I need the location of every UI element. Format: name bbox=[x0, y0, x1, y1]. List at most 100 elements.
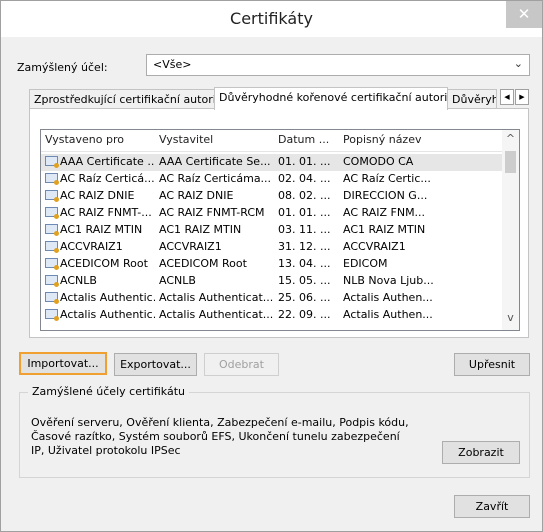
table-row[interactable]: Actalis Authentic... Actalis Authenticat… bbox=[41, 290, 504, 307]
cell-friendly-name: EDICOM bbox=[343, 257, 388, 270]
cell-issuer: Actalis Authenticat... bbox=[159, 291, 273, 304]
cell-issued-to: AC1 RAIZ MTIN bbox=[45, 223, 155, 236]
tab-scroll-right-icon[interactable]: ▶ bbox=[515, 89, 529, 105]
certificate-icon bbox=[45, 207, 59, 219]
cell-friendly-name: ACCVRAIZ1 bbox=[343, 240, 406, 253]
cell-friendly-name: Actalis Authen... bbox=[343, 291, 433, 304]
cell-date: 25. 06. ... bbox=[278, 291, 331, 304]
close-window-button[interactable]: ✕ bbox=[506, 1, 542, 28]
dialog-title: Certifikáty bbox=[230, 9, 313, 28]
table-row[interactable]: AC Raíz Certicá... AC Raíz Certicáma... … bbox=[41, 171, 504, 188]
cell-date: 02. 04. ... bbox=[278, 172, 331, 185]
column-friendly-name[interactable]: Popisný název bbox=[343, 133, 421, 146]
cell-date: 01. 01. ... bbox=[278, 155, 331, 168]
advanced-button[interactable]: Upřesnit bbox=[454, 353, 530, 376]
tab-strip: Zprostředkující certifikační autority Dů… bbox=[29, 87, 529, 110]
cell-date: 13. 04. ... bbox=[278, 257, 331, 270]
export-button[interactable]: Exportovat... bbox=[114, 353, 197, 376]
view-button[interactable]: Zobrazit bbox=[442, 441, 520, 464]
tab-panel: Vystaveno pro Vystavitel Datum ... Popis… bbox=[29, 108, 529, 338]
scroll-up-icon[interactable]: ^ bbox=[502, 132, 519, 149]
table-row[interactable]: ACEDICOM Root ACEDICOM Root 13. 04. ... … bbox=[41, 256, 504, 273]
scroll-down-icon[interactable]: v bbox=[502, 311, 519, 328]
issued-to-text: ACCVRAIZ1 bbox=[60, 240, 123, 253]
cell-issuer: ACCVRAIZ1 bbox=[159, 240, 222, 253]
cell-friendly-name: COMODO CA bbox=[343, 155, 414, 168]
table-row[interactable]: AAA Certificate ... AAA Certificate Se..… bbox=[41, 154, 504, 171]
table-row[interactable]: AC RAIZ DNIE AC RAIZ DNIE 08. 02. ... DI… bbox=[41, 188, 504, 205]
cell-issuer: AC1 RAIZ MTIN bbox=[159, 223, 242, 236]
cell-friendly-name: AC1 RAIZ MTIN bbox=[343, 223, 426, 236]
issued-to-text: ACNLB bbox=[60, 274, 97, 287]
issued-to-text: AC1 RAIZ MTIN bbox=[60, 223, 143, 236]
list-scrollbar[interactable]: ^ v bbox=[502, 130, 519, 330]
cell-date: 31. 12. ... bbox=[278, 240, 331, 253]
cell-issued-to: ACEDICOM Root bbox=[45, 257, 155, 270]
chevron-down-icon: ⌄ bbox=[513, 57, 523, 70]
import-button[interactable]: Importovat... bbox=[19, 352, 107, 375]
cell-issuer: AC Raíz Certicáma... bbox=[159, 172, 272, 185]
certificate-icon bbox=[45, 258, 59, 270]
cell-issuer: AAA Certificate Se... bbox=[159, 155, 271, 168]
cell-date: 22. 09. ... bbox=[278, 308, 331, 321]
cell-issued-to: ACCVRAIZ1 bbox=[45, 240, 155, 253]
column-issuer[interactable]: Vystavitel bbox=[159, 133, 213, 146]
purpose-dropdown[interactable]: <Vše> ⌄ bbox=[146, 54, 530, 76]
cell-issued-to: Actalis Authentic... bbox=[45, 291, 155, 304]
cell-date: 08. 02. ... bbox=[278, 189, 331, 202]
title-bar: Certifikáty ✕ bbox=[1, 1, 542, 37]
certificate-icon bbox=[45, 309, 59, 321]
cell-issued-to: Actalis Authentic... bbox=[45, 308, 155, 321]
cell-issued-to: AAA Certificate ... bbox=[45, 155, 155, 168]
table-row[interactable]: Actalis Authentic... Actalis Authenticat… bbox=[41, 307, 504, 324]
remove-button[interactable]: Odebrat bbox=[204, 353, 279, 376]
purpose-label: Zamýšlený účel: bbox=[17, 61, 108, 74]
cell-issuer: AC RAIZ FNMT-RCM bbox=[159, 206, 265, 219]
tab-trusted-root-ca[interactable]: Důvěryhodné kořenové certifikační autori… bbox=[214, 87, 448, 110]
cell-issuer: ACNLB bbox=[159, 274, 196, 287]
table-row[interactable]: AC1 RAIZ MTIN AC1 RAIZ MTIN 03. 11. ... … bbox=[41, 222, 504, 239]
table-row[interactable]: AC RAIZ FNMT-... AC RAIZ FNMT-RCM 01. 01… bbox=[41, 205, 504, 222]
issued-to-text: Actalis Authentic... bbox=[60, 308, 155, 321]
certificate-icon bbox=[45, 173, 59, 185]
cell-issued-to: ACNLB bbox=[45, 274, 155, 287]
tab-intermediate-ca[interactable]: Zprostředkující certifikační autority bbox=[29, 89, 215, 109]
cell-issued-to: AC RAIZ FNMT-... bbox=[45, 206, 155, 219]
cell-date: 01. 01. ... bbox=[278, 206, 331, 219]
tab-scroll: ◀ ▶ bbox=[500, 89, 529, 105]
issued-to-text: ACEDICOM Root bbox=[60, 257, 148, 270]
issued-to-text: AC RAIZ FNMT-... bbox=[60, 206, 152, 219]
certificate-icon bbox=[45, 241, 59, 253]
scroll-thumb[interactable] bbox=[505, 151, 516, 173]
cell-date: 15. 05. ... bbox=[278, 274, 331, 287]
column-expiration-date[interactable]: Datum ... bbox=[278, 133, 329, 146]
certificate-list[interactable]: Vystaveno pro Vystavitel Datum ... Popis… bbox=[40, 129, 520, 331]
cell-issuer: ACEDICOM Root bbox=[159, 257, 247, 270]
list-header: Vystaveno pro Vystavitel Datum ... Popis… bbox=[41, 130, 519, 152]
close-button[interactable]: Zavřít bbox=[454, 495, 530, 518]
certificate-icon bbox=[45, 292, 59, 304]
cell-friendly-name: DIRECCION G... bbox=[343, 189, 428, 202]
table-row[interactable]: ACNLB ACNLB 15. 05. ... NLB Nova Ljub... bbox=[41, 273, 504, 290]
cell-issuer: AC RAIZ DNIE bbox=[159, 189, 234, 202]
certificate-icon bbox=[45, 190, 59, 202]
intended-purposes-title: Zamýšlené účely certifikátu bbox=[28, 385, 189, 398]
issued-to-text: AC Raíz Certicá... bbox=[60, 172, 155, 185]
cell-friendly-name: AC Raíz Certic... bbox=[343, 172, 431, 185]
tab-scroll-left-icon[interactable]: ◀ bbox=[500, 89, 514, 105]
cell-friendly-name: AC RAIZ FNM... bbox=[343, 206, 426, 219]
certificate-icon bbox=[45, 156, 59, 168]
purpose-value: <Vše> bbox=[153, 58, 192, 71]
cell-issuer: Actalis Authenticat... bbox=[159, 308, 273, 321]
intended-purposes-text: Ověření serveru, Ověření klienta, Zabezp… bbox=[31, 416, 409, 457]
certificates-dialog: Certifikáty ✕ Zamýšlený účel: <Vše> ⌄ Zp… bbox=[0, 0, 543, 532]
cell-issued-to: AC Raíz Certicá... bbox=[45, 172, 155, 185]
issued-to-text: AC RAIZ DNIE bbox=[60, 189, 135, 202]
certificate-icon bbox=[45, 224, 59, 236]
certificate-icon bbox=[45, 275, 59, 287]
list-rows: AAA Certificate ... AAA Certificate Se..… bbox=[41, 154, 504, 324]
column-issued-to[interactable]: Vystaveno pro bbox=[45, 133, 124, 146]
tab-trusted-publishers[interactable]: Důvěryho bbox=[447, 89, 497, 109]
table-row[interactable]: ACCVRAIZ1 ACCVRAIZ1 31. 12. ... ACCVRAIZ… bbox=[41, 239, 504, 256]
cell-friendly-name: Actalis Authen... bbox=[343, 308, 433, 321]
